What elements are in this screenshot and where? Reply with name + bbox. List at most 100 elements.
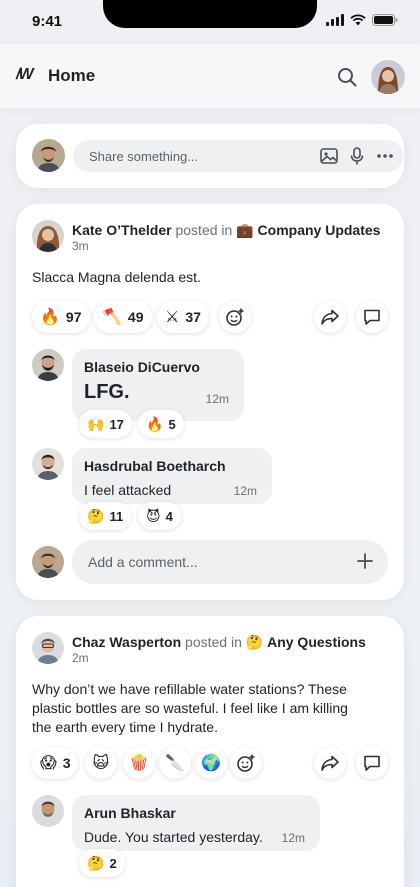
add-emoji-icon: [237, 754, 255, 772]
comment-reaction-pill[interactable]: 😈 4: [138, 502, 181, 530]
page-title: Home: [48, 66, 96, 85]
author-avatar[interactable]: [32, 632, 64, 664]
post-header: Chaz Wasperton posted in 🤔 Any Questions: [72, 634, 366, 651]
signal-icon: [326, 14, 344, 26]
comment-placeholder: Add a comment...: [88, 554, 198, 570]
posted-in-label: posted in: [185, 634, 242, 650]
share-button[interactable]: [314, 301, 346, 333]
reaction-pill[interactable]: 🙀: [85, 747, 117, 779]
comment-text: Dude. You started yesterday.: [84, 829, 263, 845]
weary-cat-icon: 🙀: [92, 753, 110, 772]
post-card: Kate O’Thelder posted in 💼 Company Updat…: [16, 204, 404, 600]
comment-text: I feel attacked: [84, 482, 172, 498]
channel-icon: 💼: [236, 222, 254, 238]
comment-button[interactable]: [356, 301, 388, 333]
add-emoji-icon: [226, 308, 244, 326]
comment-timestamp: 12m: [281, 831, 305, 845]
reaction-count: 97: [65, 309, 82, 325]
microphone-icon[interactable]: [347, 146, 367, 166]
add-reaction-button[interactable]: [219, 301, 251, 333]
reaction-count: 49: [127, 309, 144, 325]
image-icon[interactable]: [319, 146, 339, 166]
comment-text: LFG.: [84, 381, 130, 403]
reaction-count: 17: [109, 416, 124, 432]
comment-icon: [364, 755, 380, 771]
reaction-pill[interactable]: 🔥 97: [32, 301, 90, 333]
channel-name[interactable]: Company Updates: [258, 222, 381, 238]
post-timestamp: 2m: [72, 651, 89, 665]
reaction-count: 3: [62, 755, 71, 771]
channel-name[interactable]: Any Questions: [267, 634, 366, 650]
plus-icon[interactable]: [356, 552, 374, 570]
reaction-pill[interactable]: 😱 3: [32, 747, 79, 779]
reaction-count: 2: [109, 855, 117, 871]
share-arrow-icon: [321, 309, 339, 325]
commenter-name[interactable]: Arun Bhaskar: [84, 805, 176, 821]
screaming-face-icon: 😱: [40, 753, 57, 772]
composer-card: Share something...: [16, 124, 404, 188]
comment-bubble: Hasdrubal Boetharch I feel attacked 12m: [72, 448, 272, 504]
comment-reaction-pill[interactable]: 🤔 11: [79, 502, 132, 530]
share-input[interactable]: Share something...: [73, 140, 403, 172]
composer-avatar: [32, 139, 65, 172]
reaction-count: 4: [165, 508, 173, 524]
reaction-pill[interactable]: 🌍: [195, 747, 227, 779]
device-notch: [103, 0, 317, 28]
reaction-pill[interactable]: 🍿: [123, 747, 155, 779]
top-app-bar: /W Home: [0, 44, 420, 108]
post-body-line: plastic bottles are so wasteful. I feel …: [32, 700, 348, 716]
reaction-pill[interactable]: 🪓 49: [94, 301, 152, 333]
share-button[interactable]: [314, 747, 346, 779]
status-bar: 9:41: [0, 0, 420, 44]
post-body: Slacca Magna delenda est.: [32, 269, 201, 285]
post-body-line: Why don’t we have refillable water stati…: [32, 681, 347, 697]
commenter-name[interactable]: Hasdrubal Boetharch: [84, 458, 226, 474]
app-logo: /W: [16, 66, 33, 83]
comment-bubble: Arun Bhaskar Dude. You started yesterday…: [72, 795, 320, 851]
reaction-count: 37: [185, 309, 201, 325]
commenter-avatar[interactable]: [32, 448, 64, 480]
reaction-count: 11: [109, 508, 124, 524]
comment-reaction-pill[interactable]: 🤔 2: [79, 849, 125, 877]
composer-actions: [319, 146, 395, 166]
post-body-line: the earth every time I hydrate.: [32, 719, 218, 735]
status-time: 9:41: [32, 13, 63, 30]
popcorn-icon: 🍿: [129, 753, 149, 772]
commenter-avatar[interactable]: [32, 795, 64, 827]
reaction-pill[interactable]: 🔪: [159, 747, 191, 779]
raised-hands-icon: 🙌: [87, 416, 105, 432]
thinking-face-icon: 🤔: [87, 508, 105, 524]
commenter-name[interactable]: Blaseio DiCuervo: [84, 359, 200, 375]
share-placeholder: Share something...: [89, 149, 199, 164]
crossed-swords-icon: ⚔: [165, 307, 180, 326]
comment-button[interactable]: [356, 747, 388, 779]
comment-timestamp: 12m: [233, 484, 257, 498]
reaction-pill[interactable]: ⚔ 37: [157, 301, 209, 333]
thinking-face-icon: 🤔: [87, 855, 105, 871]
comment-reaction-pill[interactable]: 🔥 5: [138, 410, 184, 438]
post-header: Kate O’Thelder posted in 💼 Company Updat…: [72, 222, 380, 239]
posted-in-label: posted in: [175, 222, 233, 238]
devil-face-icon: 😈: [146, 508, 161, 524]
status-icons: [326, 14, 398, 26]
axe-icon: 🪓: [102, 307, 122, 326]
globe-icon: 🌍: [201, 753, 221, 772]
more-options-icon[interactable]: [375, 146, 395, 166]
comment-icon: [364, 309, 380, 325]
battery-icon: [372, 14, 398, 26]
author-name[interactable]: Kate O’Thelder: [72, 222, 172, 238]
channel-icon: 🤔: [245, 634, 264, 650]
author-name[interactable]: Chaz Wasperton: [72, 634, 181, 650]
fire-icon: 🔥: [146, 416, 164, 432]
wifi-icon: [350, 14, 366, 26]
comment-reaction-pill[interactable]: 🙌 17: [79, 410, 132, 438]
profile-avatar[interactable]: [371, 60, 405, 94]
add-comment-input[interactable]: Add a comment...: [72, 540, 388, 584]
reaction-count: 5: [168, 416, 176, 432]
current-user-avatar: [32, 546, 64, 578]
add-reaction-button[interactable]: [230, 747, 262, 779]
share-arrow-icon: [321, 755, 339, 771]
search-icon[interactable]: [336, 66, 358, 88]
commenter-avatar[interactable]: [32, 349, 64, 381]
author-avatar[interactable]: [32, 220, 64, 252]
